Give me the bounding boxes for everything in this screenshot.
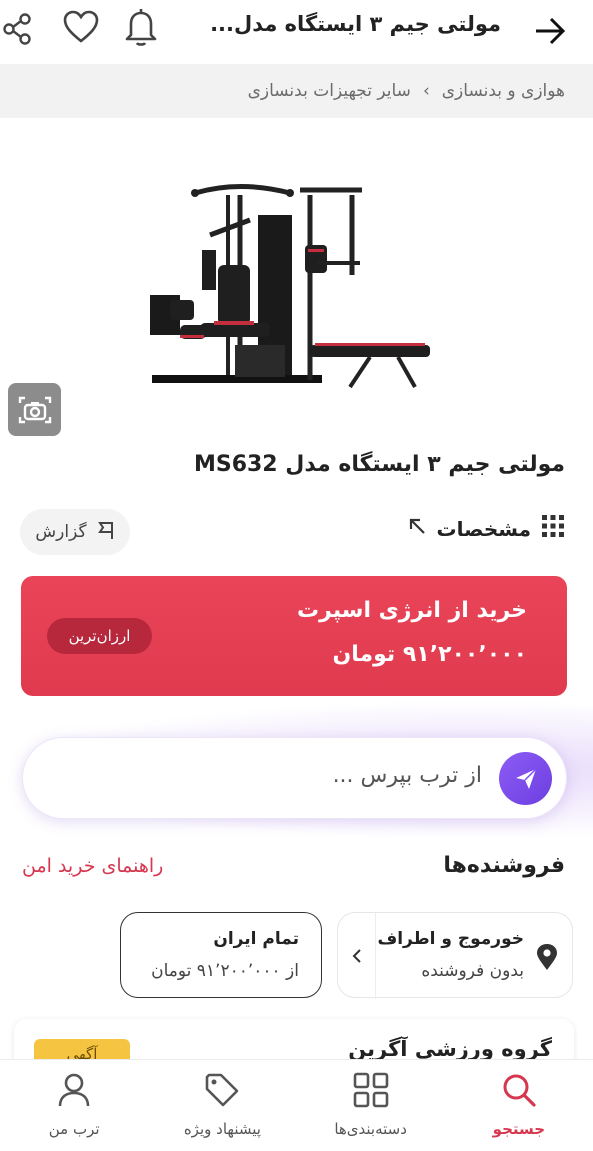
send-icon[interactable]	[499, 752, 552, 805]
location-filter-chip[interactable]: خورموج و اطراف بدون فروشنده	[337, 912, 573, 999]
breadcrumb: هوازی و بدنسازی › سایر تجهیزات بدنسازی	[0, 64, 593, 118]
all-iran-filter-chip[interactable]: تمام ایران از ۹۱٬۲۰۰٬۰۰۰ تومان	[120, 912, 322, 998]
nav-search-label: جستجو	[492, 1120, 546, 1138]
arrow-up-left-icon	[407, 516, 427, 541]
breadcrumb-item-equipment[interactable]: سایر تجهیزات بدنسازی	[248, 81, 411, 101]
user-icon	[56, 1072, 92, 1112]
location-seller-count: بدون فروشنده	[421, 961, 524, 981]
multi-gym-machine-image[interactable]	[140, 175, 440, 395]
grid-icon	[353, 1072, 389, 1112]
nav-special-offers-label: پیشنهاد ویژه	[183, 1120, 261, 1138]
flag-icon	[97, 520, 115, 545]
product-title: مولتی جیم ۳ ایستگاه مدل MS632	[193, 452, 565, 477]
grid-dots-icon	[541, 514, 565, 543]
nav-my-torob-label: ترب من	[48, 1120, 100, 1138]
back-arrow-icon[interactable]	[527, 8, 573, 54]
nav-categories[interactable]: دسته‌بندی‌ها	[297, 1060, 445, 1151]
nav-my-torob[interactable]: ترب من	[0, 1060, 148, 1151]
tag-icon	[204, 1072, 240, 1112]
camera-scan-icon[interactable]	[8, 383, 61, 436]
ask-torob-bar[interactable]: از ترب بپرس ...	[22, 737, 567, 819]
buy-card[interactable]: خرید از انرژی اسپرت ۹۱٬۲۰۰٬۰۰۰ تومان ارز…	[21, 576, 567, 696]
heart-icon[interactable]	[58, 4, 104, 50]
page-title: مولتی جیم ۳ ایستگاه مدل...	[210, 12, 501, 36]
location-pin-icon	[536, 943, 558, 975]
breadcrumb-separator: ›	[422, 81, 430, 101]
bell-icon[interactable]	[118, 4, 164, 50]
search-icon	[501, 1072, 537, 1112]
cheapest-badge: ارزان‌ترین	[47, 618, 152, 654]
seller-name: گروه ورزشی آگرین	[348, 1037, 552, 1061]
safe-purchase-guide-link[interactable]: راهنمای خرید امن	[22, 855, 163, 877]
report-button[interactable]: گزارش	[20, 509, 130, 555]
all-iran-price: از ۹۱٬۲۰۰٬۰۰۰ تومان	[151, 961, 299, 981]
buy-price: ۹۱٬۲۰۰٬۰۰۰ تومان	[332, 642, 527, 667]
buy-title: خرید از انرژی اسپرت	[297, 598, 527, 623]
sellers-title: فروشنده‌ها	[443, 853, 565, 878]
all-iran-label: تمام ایران	[213, 929, 299, 949]
specs-label: مشخصات	[436, 516, 531, 541]
ask-input[interactable]: از ترب بپرس ...	[333, 763, 482, 788]
top-app-bar: مولتی جیم ۳ ایستگاه مدل...	[0, 0, 593, 64]
location-name: خورموج و اطراف	[377, 929, 524, 949]
nav-special-offers[interactable]: پیشنهاد ویژه	[148, 1060, 296, 1151]
specs-link[interactable]: مشخصات	[407, 514, 565, 543]
breadcrumb-item-fitness[interactable]: هوازی و بدنسازی	[442, 81, 565, 101]
report-label: گزارش	[35, 522, 87, 542]
nav-search[interactable]: جستجو	[445, 1060, 593, 1151]
nav-categories-label: دسته‌بندی‌ها	[334, 1120, 407, 1138]
share-icon[interactable]	[0, 6, 40, 52]
bottom-nav: جستجو دسته‌بندی‌ها پیشنهاد ویژه ترب من	[0, 1059, 593, 1151]
chevron-left-icon	[338, 913, 376, 999]
